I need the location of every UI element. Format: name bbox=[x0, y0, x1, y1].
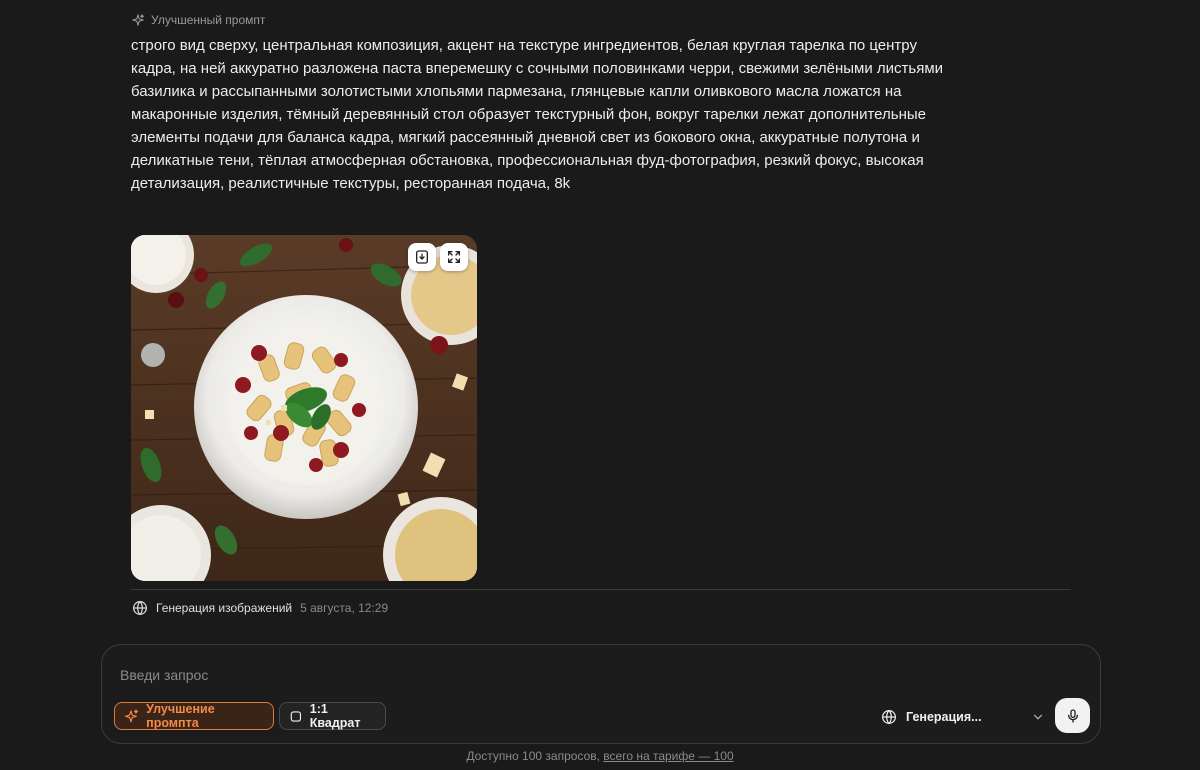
expand-icon bbox=[448, 251, 460, 263]
model-selector[interactable]: Генерация... bbox=[880, 705, 1045, 729]
microphone-icon bbox=[1067, 708, 1078, 723]
aspect-ratio-button[interactable]: 1:1 Квадрат bbox=[279, 702, 386, 730]
tariff-link[interactable]: всего на тарифе — 100 bbox=[603, 749, 733, 763]
enhanced-prompt-header: Улучшенный промпт bbox=[131, 13, 265, 27]
quota-text: Доступно 100 запросов, bbox=[466, 749, 604, 763]
message-divider bbox=[131, 589, 1071, 590]
message-meta: Генерация изображений 5 августа, 12:29 bbox=[131, 599, 388, 617]
pasta-photo bbox=[131, 235, 477, 581]
model-logo-icon bbox=[882, 710, 896, 724]
chevron-down-icon bbox=[1033, 714, 1043, 720]
enhanced-prompt-label: Улучшенный промпт bbox=[151, 13, 266, 27]
generated-image[interactable] bbox=[131, 235, 477, 581]
download-button[interactable] bbox=[408, 243, 436, 271]
prompt-input[interactable] bbox=[120, 667, 820, 683]
sparkle-icon bbox=[125, 709, 139, 723]
model-selector-label: Генерация... bbox=[906, 710, 982, 724]
model-logo-icon bbox=[133, 601, 147, 615]
download-icon bbox=[416, 250, 428, 264]
model-name: Генерация изображений bbox=[156, 601, 293, 615]
square-icon bbox=[290, 710, 302, 722]
quota-footer: Доступно 100 запросов, всего на тарифе —… bbox=[0, 749, 1200, 763]
aspect-ratio-label: 1:1 Квадрат bbox=[309, 702, 361, 730]
sparkle-icon bbox=[132, 14, 145, 26]
prompt-text: строго вид сверху, центральная композици… bbox=[131, 37, 944, 192]
message-timestamp: 5 августа, 12:29 bbox=[300, 601, 389, 615]
enhance-prompt-button[interactable]: Улучшение промпта bbox=[114, 702, 274, 730]
expand-button[interactable] bbox=[440, 243, 468, 271]
enhance-prompt-label: Улучшение промпта bbox=[146, 702, 215, 730]
voice-input-button[interactable] bbox=[1055, 698, 1090, 733]
composer: Улучшение промпта 1:1 Квадрат Генерация.… bbox=[101, 644, 1101, 744]
